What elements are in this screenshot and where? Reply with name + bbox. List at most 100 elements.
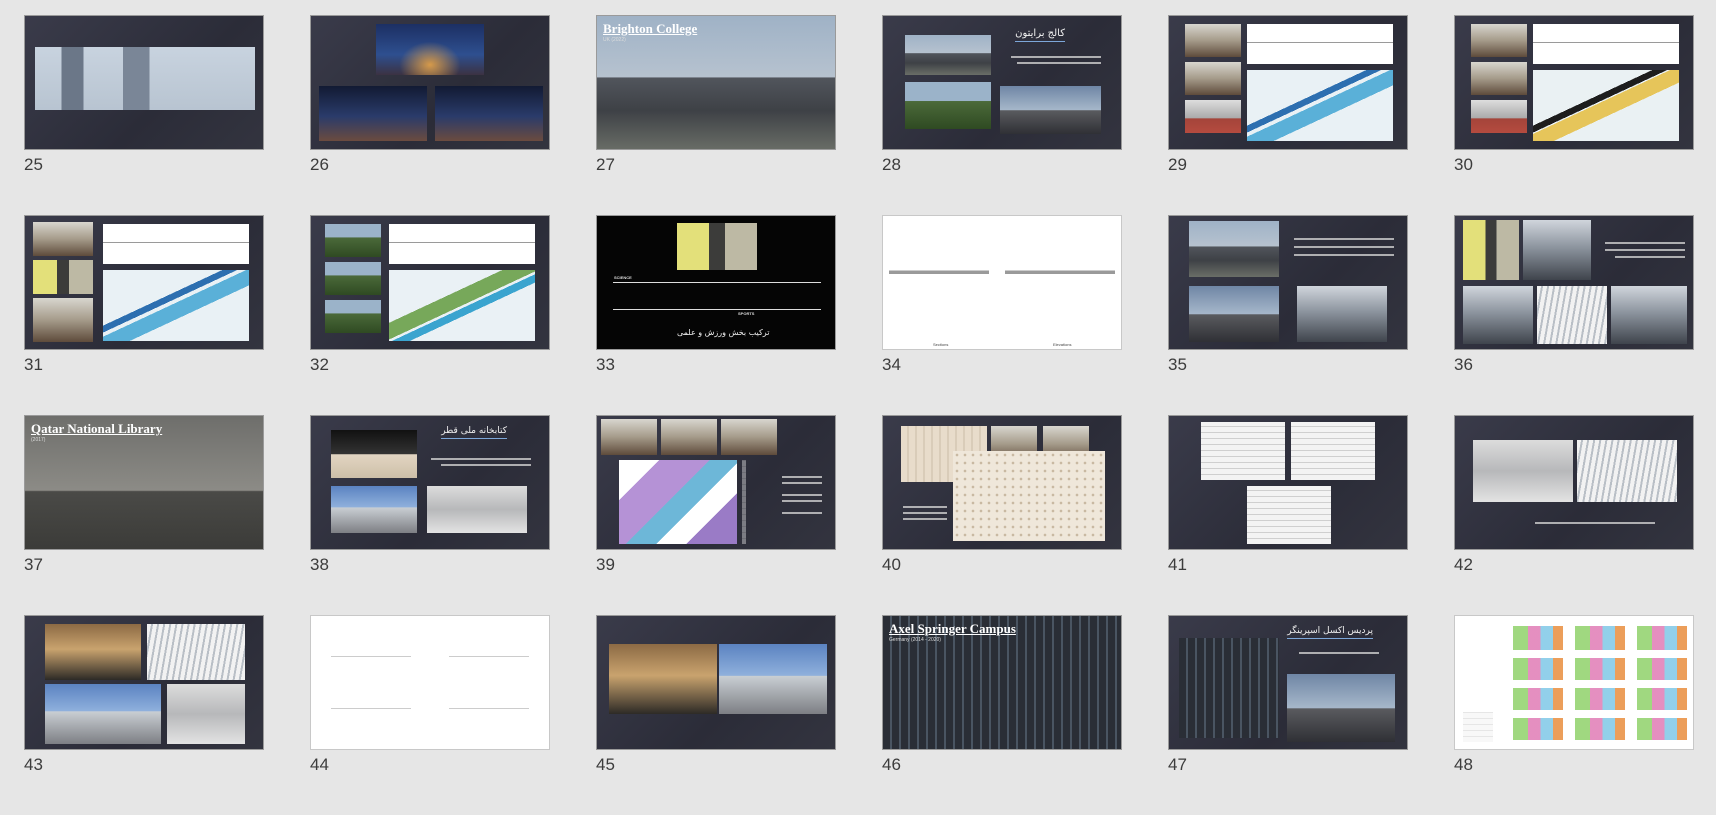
slide-thumbnail[interactable]: 41 <box>1168 415 1408 615</box>
slide-sorter-grid: 25 26 Brighton College UK (2022) 27 کالج… <box>24 15 1694 815</box>
slide-thumbnail[interactable]: Sections Elevations 34 <box>882 215 1122 415</box>
library-plan-diagram <box>619 460 737 544</box>
slide-thumbnail[interactable]: Qatar National Library (2017) 37 <box>24 415 264 615</box>
slide-thumbnail[interactable]: کتابخانه ملی قطر 38 <box>310 415 550 615</box>
slide-29[interactable] <box>1168 15 1408 150</box>
interior-photo <box>1473 440 1573 502</box>
slide-number: 29 <box>1168 155 1187 174</box>
interior-photo <box>1471 100 1527 133</box>
slide-43[interactable] <box>24 615 264 750</box>
library-photo <box>427 486 527 533</box>
stair-photo <box>1463 286 1533 344</box>
slide-thumbnail[interactable]: 35 <box>1168 215 1408 415</box>
slide-47[interactable]: پردیس اکسل اسپرینگر <box>1168 615 1408 750</box>
slide-number: 38 <box>310 555 329 574</box>
slide-39[interactable] <box>596 415 836 550</box>
slide-25[interactable] <box>24 15 264 150</box>
slide-45[interactable] <box>596 615 836 750</box>
slide-thumbnail[interactable]: 43 <box>24 615 264 815</box>
interior-photo <box>1471 62 1527 95</box>
slide-26[interactable] <box>310 15 550 150</box>
slide-thumbnail[interactable]: 29 <box>1168 15 1408 215</box>
building-photo <box>1179 638 1279 738</box>
slide-number: 35 <box>1168 355 1187 374</box>
axonometric-diagram <box>389 270 535 341</box>
text-line <box>903 512 947 514</box>
slide-title: Axel Springer Campus <box>889 621 1016 636</box>
interior-photo <box>147 624 245 680</box>
slide-title-fa: کالج برایتون <box>1015 28 1065 42</box>
slide-30[interactable] <box>1454 15 1694 150</box>
axonometric-diagram <box>1533 70 1679 141</box>
slide-thumbnail[interactable]: 39 <box>596 415 836 615</box>
slide-thumbnail[interactable]: Brighton College UK (2022) 27 <box>596 15 836 215</box>
slide-thumbnail[interactable]: کالج برایتون 28 <box>882 15 1122 215</box>
slide-number: 45 <box>596 755 615 774</box>
slide-thumbnail[interactable]: 31 <box>24 215 264 415</box>
slide-44[interactable] <box>310 615 550 750</box>
slide-36[interactable] <box>1454 215 1694 350</box>
slide-thumbnail[interactable]: 45 <box>596 615 836 815</box>
slide-thumbnail[interactable]: 30 <box>1454 15 1694 215</box>
slide-number: 36 <box>1454 355 1473 374</box>
slide-caption-fa: ترکیب بخش ورزش و علمی <box>677 328 770 337</box>
slide-38[interactable]: کتابخانه ملی قطر <box>310 415 550 550</box>
text-line <box>1294 254 1394 256</box>
legend <box>1463 712 1493 742</box>
slide-46[interactable]: Axel Springer Campus Germany (2014 - 202… <box>882 615 1122 750</box>
interior-photo <box>1463 220 1519 280</box>
slide-40[interactable] <box>882 415 1122 550</box>
slide-33[interactable]: SCIENCE SPORTS ترکیب بخش ورزش و علمی <box>596 215 836 350</box>
floor-plan-diagram <box>1513 658 1563 680</box>
slide-thumbnail[interactable]: Axel Springer Campus Germany (2014 - 202… <box>882 615 1122 815</box>
slide-number: 41 <box>1168 555 1187 574</box>
interior-photo <box>33 298 93 342</box>
slide-thumbnail[interactable]: 32 <box>310 215 550 415</box>
slide-title: Qatar National Library <box>31 421 163 436</box>
slide-48[interactable] <box>1454 615 1694 750</box>
site-plan-drawing <box>1291 422 1375 480</box>
slide-35[interactable] <box>1168 215 1408 350</box>
building-model-photo <box>677 223 757 270</box>
text-line <box>903 518 947 520</box>
building-photo <box>905 35 991 75</box>
slide-number: 39 <box>596 555 615 574</box>
slide-thumbnail[interactable]: 42 <box>1454 415 1694 615</box>
slide-thumbnail[interactable]: 26 <box>310 15 550 215</box>
slide-42[interactable] <box>1454 415 1694 550</box>
floor-plan-diagram <box>1513 718 1563 740</box>
slide-number: 44 <box>310 755 329 774</box>
slide-thumbnail[interactable]: 36 <box>1454 215 1694 415</box>
night-interior-photo <box>609 644 717 714</box>
slide-41[interactable] <box>1168 415 1408 550</box>
slide-32[interactable] <box>310 215 550 350</box>
slide-number: 37 <box>24 555 43 574</box>
campus-photo <box>325 300 381 333</box>
slide-thumbnail[interactable]: 44 <box>310 615 550 815</box>
slide-34[interactable]: Sections Elevations <box>882 215 1122 350</box>
slide-thumbnail[interactable]: 48 <box>1454 615 1694 815</box>
sports-label: SPORTS <box>738 311 755 316</box>
floor-plan-diagram <box>1575 658 1625 680</box>
text-line <box>782 482 822 484</box>
interior-photo <box>167 684 245 744</box>
slide-37[interactable]: Qatar National Library (2017) <box>24 415 264 550</box>
building-photo <box>1189 286 1279 342</box>
slide-thumbnail[interactable]: SCIENCE SPORTS ترکیب بخش ورزش و علمی 33 <box>596 215 836 415</box>
slide-thumbnail[interactable]: 40 <box>882 415 1122 615</box>
floor-plan-diagram <box>1513 688 1563 710</box>
floor-plan-diagram <box>1513 626 1563 650</box>
slide-number: 42 <box>1454 555 1473 574</box>
section-drawing <box>1247 24 1393 64</box>
slide-thumbnail[interactable]: پردیس اکسل اسپرینگر 47 <box>1168 615 1408 815</box>
interior-photo <box>601 419 657 455</box>
floor-plan-diagram <box>1637 718 1687 740</box>
slide-thumbnail[interactable]: 25 <box>24 15 264 215</box>
interior-photo <box>661 419 717 455</box>
building-photo <box>1287 674 1395 742</box>
slide-subtitle: Germany (2014 - 2020) <box>889 637 941 643</box>
text-line <box>782 494 822 496</box>
slide-31[interactable] <box>24 215 264 350</box>
slide-28[interactable]: کالج برایتون <box>882 15 1122 150</box>
slide-27[interactable]: Brighton College UK (2022) <box>596 15 836 150</box>
